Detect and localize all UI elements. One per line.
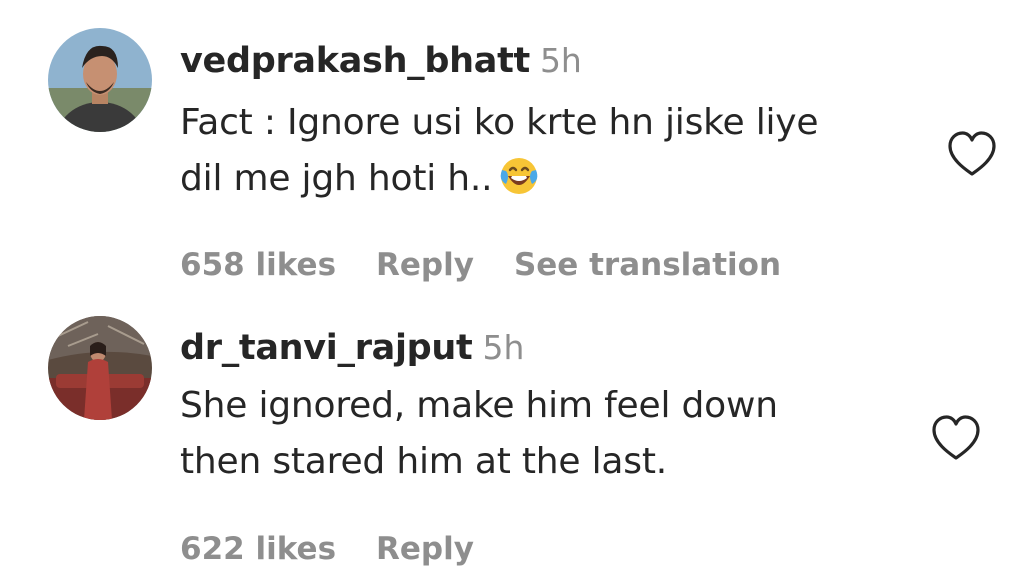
avatar[interactable] — [48, 28, 152, 132]
reply-button[interactable]: Reply — [376, 247, 474, 283]
comment-header: dr_tanvi_rajput 5h — [180, 331, 524, 366]
username[interactable]: dr_tanvi_rajput — [180, 328, 473, 368]
comment-actions: 658 likes Reply See translation — [180, 250, 821, 281]
heart-outline-icon — [932, 415, 980, 460]
comment-text-line: She ignored, make him feel down — [180, 385, 778, 426]
comment-actions: 622 likes Reply — [180, 534, 514, 565]
avatar[interactable] — [48, 316, 152, 420]
comment-text-line: dil me jgh hoti h.. — [180, 151, 818, 213]
comment-text: Fact : Ignore usi ko krte hn jiske liye … — [180, 95, 819, 213]
face-with-tears-of-joy-icon — [498, 154, 540, 213]
timestamp[interactable]: 5h — [540, 41, 582, 80]
comment-text-line: Fact : Ignore usi ko krte hn jiske liye — [180, 102, 819, 143]
comment-text-line: then stared him at the last. — [180, 441, 667, 482]
reply-button[interactable]: Reply — [376, 531, 474, 567]
like-button[interactable] — [930, 414, 982, 462]
heart-outline-icon — [948, 131, 996, 176]
likes-count[interactable]: 622 likes — [180, 531, 336, 567]
comment-header: vedprakash_bhatt 5h — [180, 44, 582, 79]
likes-count[interactable]: 658 likes — [180, 247, 336, 283]
comment-text: She ignored, make him feel down then sta… — [180, 378, 778, 490]
timestamp[interactable]: 5h — [482, 328, 524, 367]
see-translation-button[interactable]: See translation — [514, 247, 781, 283]
comment-text-segment: dil me jgh hoti h.. — [180, 158, 493, 199]
like-button[interactable] — [946, 130, 998, 178]
username[interactable]: vedprakash_bhatt — [180, 41, 530, 81]
